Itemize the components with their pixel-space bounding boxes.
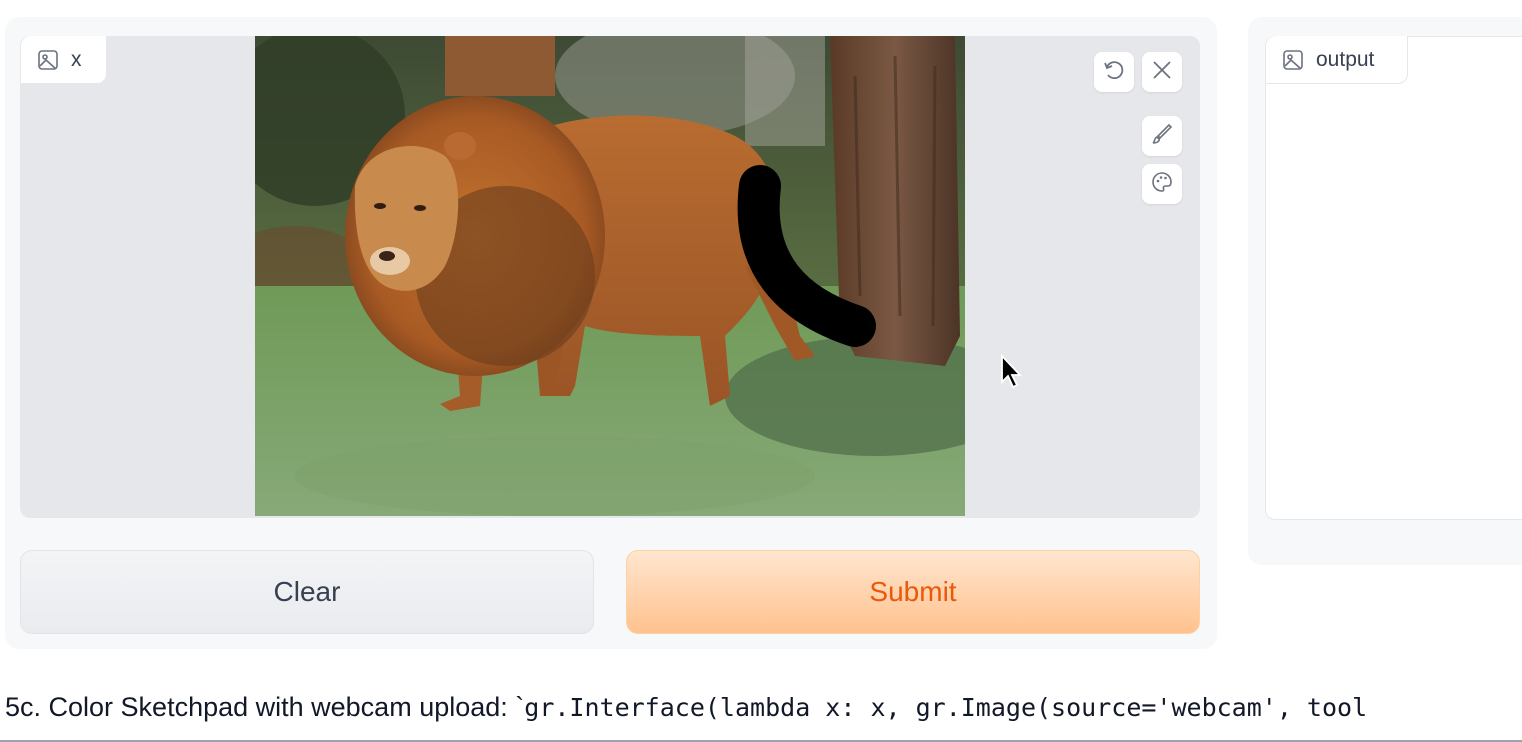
mouse-cursor-icon (1001, 354, 1022, 389)
submit-button[interactable]: Submit (626, 550, 1200, 634)
output-label: output (1266, 36, 1408, 84)
input-label-text: x (71, 47, 82, 71)
caption-text: 5c. Color Sketchpad with webcam upload: … (5, 692, 525, 722)
lion-photo[interactable] (255, 36, 965, 516)
brush-button[interactable] (1142, 116, 1182, 156)
palette-icon (1150, 170, 1174, 198)
close-icon (1150, 58, 1174, 86)
output-image-area (1265, 36, 1522, 520)
image-icon (1282, 49, 1304, 71)
output-label-text: output (1316, 47, 1375, 71)
undo-icon (1102, 58, 1126, 86)
demo-caption: 5c. Color Sketchpad with webcam upload: … (5, 692, 1367, 723)
clear-button[interactable]: Clear (20, 550, 594, 634)
image-icon (37, 49, 59, 71)
brush-icon (1150, 122, 1174, 150)
input-label: x (21, 36, 107, 84)
clear-image-button[interactable] (1142, 52, 1182, 92)
caption-code: gr.Interface(lambda x: x, gr.Image(sourc… (524, 693, 1368, 722)
color-picker-button[interactable] (1142, 164, 1182, 204)
undo-button[interactable] (1094, 52, 1134, 92)
